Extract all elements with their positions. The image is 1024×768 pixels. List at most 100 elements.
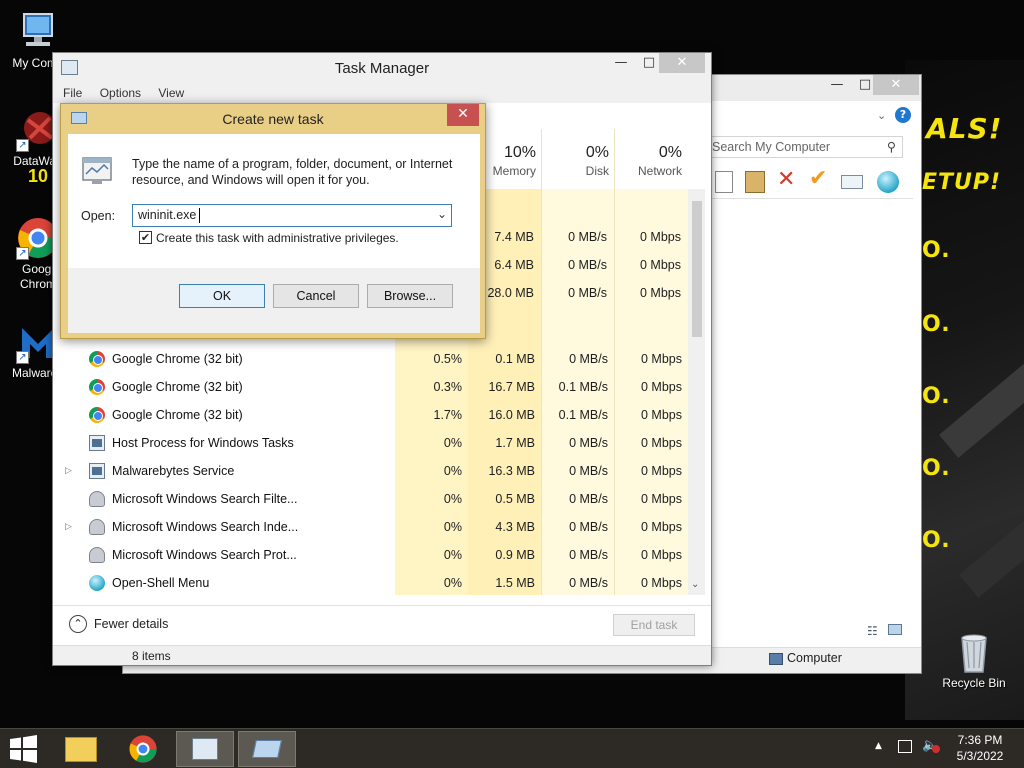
browse-button[interactable]: Browse... — [367, 284, 453, 308]
process-row[interactable]: Microsoft Windows Search Prot... 0% 0.9 MB… — [61, 541, 689, 569]
minimize-icon[interactable]: — — [607, 53, 635, 73]
end-task-button[interactable]: End task — [613, 614, 695, 636]
disk-cell: 0 MB/s — [568, 230, 607, 244]
column-header-name: Disk — [585, 164, 609, 178]
disk-cell: 0.1 MB/s — [558, 408, 608, 422]
open-combobox[interactable]: wininit.exe ⌄ — [132, 204, 452, 227]
disk-cell: 0 MB/s — [569, 548, 608, 562]
show-hidden-icons-icon[interactable]: ▲ — [875, 741, 882, 751]
clock[interactable]: 7:36 PM 5/3/2022 — [950, 733, 1010, 763]
scroll-down-icon[interactable]: ⌄ — [691, 579, 699, 590]
process-row[interactable]: Open-Shell Menu 0% 1.5 MB 0 MB/s 0 Mbps — [61, 569, 689, 597]
menu-view[interactable]: View — [158, 83, 184, 103]
dialog-body: Type the name of a program, folder, docu… — [68, 134, 480, 333]
table-row[interactable]: 6.4 MB 0 MB/s 0 Mbps — [468, 251, 688, 279]
network-cell: 0 Mbps — [640, 258, 681, 272]
process-name: Open-Shell Menu — [112, 576, 210, 590]
search-input[interactable]: Search My Computer ⚲ — [709, 136, 903, 158]
promo-dot-text: O. — [922, 384, 951, 409]
copy-icon[interactable] — [715, 171, 733, 193]
delete-icon[interactable]: ✕ — [777, 167, 795, 192]
cpu-cell: 0.3% — [433, 380, 463, 394]
disk-cell: 0 MB/s — [568, 286, 607, 300]
memory-cell: 0.5 MB — [495, 492, 535, 506]
memory-cell: 4.3 MB — [495, 520, 535, 534]
taskbar-file-explorer[interactable] — [52, 731, 110, 767]
chevron-down-icon[interactable]: ⌄ — [437, 207, 447, 221]
process-row[interactable]: Host Process for Windows Tasks 0% 1.7 MB 0 … — [61, 429, 689, 457]
minimize-icon[interactable]: — — [823, 75, 851, 95]
view-toggle[interactable]: ☷ — [867, 624, 902, 638]
start-button[interactable] — [0, 731, 48, 767]
process-row[interactable]: Microsoft Windows Search Filte... 0% 0.5 M… — [61, 485, 689, 513]
cpu-cell: 0% — [443, 576, 462, 590]
memory-cell: 16.0 MB — [488, 408, 535, 422]
taskbar-chrome[interactable] — [114, 731, 172, 767]
desktop-icon-recycle-bin[interactable]: Recycle Bin — [936, 630, 1012, 691]
dialog-button-bar: OK Cancel Browse... — [68, 268, 480, 333]
open-shell-icon[interactable] — [877, 171, 899, 193]
create-new-task-dialog[interactable]: Create new task ✕ Type the name of a pro… — [60, 103, 486, 339]
close-icon[interactable]: ✕ — [447, 104, 479, 126]
menu-file[interactable]: File — [63, 83, 82, 103]
address-bar[interactable]: ⌄ ? — [711, 107, 911, 125]
process-name: Microsoft Windows Search Prot... — [112, 548, 297, 562]
ok-button[interactable]: OK — [179, 284, 265, 308]
process-row[interactable]: Google Chrome (32 bit) 0.5% 0.1 MB 0 MB/s 0 … — [61, 345, 689, 373]
process-row[interactable]: ▷ Microsoft Windows Search Inde... 0% 4.3 M… — [61, 513, 689, 541]
close-icon[interactable]: ✕ — [659, 53, 705, 73]
column-header-name: Network — [637, 164, 682, 178]
taskbar-task-manager[interactable] — [176, 731, 234, 767]
cancel-button[interactable]: Cancel — [273, 284, 359, 308]
folder-icon — [65, 737, 97, 762]
taskbar-run-dialog[interactable] — [238, 731, 296, 767]
details-view-icon[interactable]: ☷ — [867, 624, 878, 638]
close-icon[interactable]: ✕ — [873, 75, 919, 95]
process-row[interactable]: Google Chrome (32 bit) 1.7% 16.0 MB 0.1 MB/… — [61, 401, 689, 429]
table-row[interactable]: 7.4 MB 0 MB/s 0 Mbps — [468, 223, 688, 251]
process-name: Host Process for Windows Tasks — [112, 436, 294, 450]
network-cell: 0 Mbps — [641, 436, 682, 450]
chrome-icon — [89, 379, 105, 395]
fewer-details-link[interactable]: Fewer details — [94, 617, 168, 631]
open-input-value[interactable]: wininit.exe — [138, 208, 196, 222]
scrollbar-thumb[interactable] — [692, 201, 702, 337]
expand-icon[interactable]: ▷ — [65, 521, 72, 532]
process-row[interactable]: Google Chrome (32 bit) 0.3% 16.7 MB 0.1 MB/… — [61, 373, 689, 401]
paste-icon[interactable] — [745, 171, 765, 193]
shortcut-arrow-icon: ↗ — [16, 351, 29, 364]
vertical-scrollbar[interactable]: ⌄ — [688, 189, 705, 595]
disk-cell: 0 MB/s — [568, 258, 607, 272]
process-name: Microsoft Windows Search Filte... — [112, 492, 298, 506]
properties-icon[interactable] — [841, 175, 863, 189]
table-row[interactable]: 28.0 MB 0 MB/s 0 Mbps — [468, 279, 688, 307]
process-row[interactable]: ▷ Malwarebytes Service 0% 16.3 MB 0 MB/s 0 Mb… — [61, 457, 689, 485]
promo-dot-text: O. — [922, 456, 951, 481]
admin-checkbox-label[interactable]: Create this task with administrative pri… — [156, 231, 399, 245]
task-manager-titlebar[interactable]: Task Manager — □ ✕ — [53, 53, 711, 83]
menu-bar: File Options View — [53, 83, 711, 103]
window-process-icon — [89, 435, 105, 451]
disk-cell: 0 MB/s — [569, 436, 608, 450]
chevron-down-icon[interactable]: ⌄ — [877, 109, 886, 122]
help-icon[interactable]: ? — [895, 107, 911, 123]
search-process-icon — [89, 491, 105, 507]
column-header-network[interactable]: 0% Network — [614, 144, 682, 178]
collapse-icon[interactable]: ⌃ — [69, 615, 87, 633]
network-cell: 0 Mbps — [641, 576, 682, 590]
checkmark-icon[interactable]: ✔ — [809, 166, 827, 191]
large-icons-view-icon[interactable] — [887, 624, 902, 635]
column-header-disk[interactable]: 0% Disk — [541, 144, 609, 178]
cpu-cell: 0.5% — [433, 352, 463, 366]
run-dialog-icon — [252, 740, 282, 758]
search-placeholder: Search My Computer — [712, 140, 831, 154]
memory-cell: 0.1 MB — [495, 352, 535, 366]
menu-options[interactable]: Options — [100, 83, 141, 103]
admin-checkbox[interactable]: ✔ — [139, 231, 152, 244]
network-cell: 0 Mbps — [641, 352, 682, 366]
mute-indicator — [932, 745, 940, 753]
process-name: Malwarebytes Service — [112, 464, 235, 478]
expand-icon[interactable]: ▷ — [65, 465, 72, 476]
network-icon[interactable] — [898, 740, 912, 753]
cpu-cell: 0% — [443, 492, 462, 506]
